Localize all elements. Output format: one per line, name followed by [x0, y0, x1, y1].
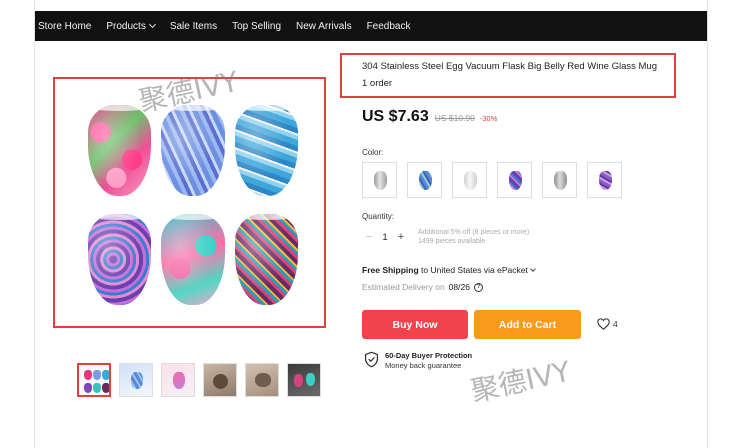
current-price: US $7.63: [362, 108, 429, 125]
nav-new-arrivals[interactable]: New Arrivals: [296, 21, 352, 32]
delivery-date: 08/26: [448, 282, 470, 292]
tumbler-image: [161, 214, 225, 305]
buyer-protection: 60-Day Buyer Protection Money back guara…: [364, 351, 472, 371]
swatch-cup-image: [419, 171, 432, 190]
quantity-value[interactable]: 1: [376, 232, 394, 242]
chevron-down-icon: [148, 20, 156, 29]
swatch-cup-image: [554, 171, 567, 190]
estimated-delivery: Estimated Delivery on 08/26 ?: [362, 282, 483, 292]
thumbnail-cup: [93, 383, 101, 393]
tumbler-image: [234, 105, 298, 196]
protection-subtitle: Money back guarantee: [385, 361, 462, 370]
thumbnail-5[interactable]: [245, 363, 279, 397]
nav-label: Top Selling: [232, 20, 281, 32]
protection-title: 60-Day Buyer Protection: [385, 351, 473, 360]
color-swatch-lilac-print[interactable]: [587, 162, 622, 198]
nav-sale-items[interactable]: Sale Items: [170, 21, 217, 32]
chevron-down-icon: [529, 266, 536, 272]
nav-label: Products: [106, 20, 146, 32]
thumbnail-cup: [102, 383, 109, 393]
product-page: Store Home Products Sale Items Top Selli…: [0, 0, 743, 448]
price-row: US $7.63 US $10.90 -30%: [362, 108, 497, 126]
heart-icon: [597, 318, 610, 330]
product-title: 304 Stainless Steel Egg Vacuum Flask Big…: [362, 61, 657, 72]
main-product-image[interactable]: [53, 77, 326, 328]
quantity-stepper: − 1 + Additional 5% off (8 pieces or mor…: [362, 228, 529, 246]
thumbnail-cup: [294, 374, 303, 387]
product-photo-grid: [88, 105, 298, 305]
swatch-cup-image: [599, 171, 612, 190]
tumbler-image: [88, 214, 152, 305]
question-circle-icon[interactable]: ?: [473, 282, 483, 292]
color-swatch-gray[interactable]: [542, 162, 577, 198]
nav-feedback[interactable]: Feedback: [367, 21, 411, 32]
thumbnail-strip: [77, 363, 329, 401]
thumbnail-cup: [102, 370, 109, 380]
product-title-box: 304 Stainless Steel Egg Vacuum Flask Big…: [340, 53, 676, 98]
swatch-cup-image: [464, 171, 477, 190]
quantity-label: Quantity:: [362, 212, 395, 221]
original-price: US $10.90: [434, 113, 475, 123]
thumbnail-cup: [306, 373, 315, 386]
color-swatch-purple-mandala[interactable]: [497, 162, 532, 198]
quantity-plus-button[interactable]: +: [394, 231, 408, 243]
delivery-label: Estimated Delivery on: [362, 282, 445, 292]
page-divider-right: [707, 0, 708, 448]
thumbnail-cup: [84, 383, 92, 393]
thumbnail-cup: [93, 370, 101, 380]
thumbnail-cup: [131, 372, 143, 389]
thumbnail-1[interactable]: [77, 363, 111, 397]
nav-store-home[interactable]: Store Home: [38, 21, 91, 32]
order-count: 1 order: [362, 78, 393, 89]
tumbler-image: [88, 105, 152, 196]
bulk-discount-note: Additional 5% off (8 pieces or more): [418, 229, 530, 236]
discount-badge: -30%: [479, 114, 498, 123]
protection-text: 60-Day Buyer Protection Money back guara…: [385, 351, 472, 371]
page-divider-left: [34, 0, 35, 448]
stock-available-note: 1499 pieces available: [418, 238, 486, 245]
thumbnail-cup: [173, 372, 185, 389]
thumbnail-6[interactable]: [287, 363, 321, 397]
thumbnail-4[interactable]: [203, 363, 237, 397]
wishlist-button[interactable]: 4: [597, 318, 618, 330]
nav-label: Sale Items: [169, 20, 218, 32]
color-swatch-white[interactable]: [452, 162, 487, 198]
tumbler-image: [234, 214, 298, 305]
color-swatch-list: [362, 162, 632, 198]
wishlist-count: 4: [613, 319, 618, 329]
nav-label: Feedback: [366, 20, 411, 32]
thumbnail-cup: [213, 374, 228, 389]
thumbnail-3[interactable]: [161, 363, 195, 397]
store-nav-bar: Store Home Products Sale Items Top Selli…: [35, 11, 707, 41]
quantity-note: Additional 5% off (8 pieces or more) 149…: [418, 228, 529, 246]
shipping-destination: to United States via ePacket: [421, 265, 528, 275]
thumbnail-cup: [255, 373, 271, 387]
watermark-text: 聚德IVY: [467, 354, 574, 409]
thumbnail-2[interactable]: [119, 363, 153, 397]
color-swatch-blue-peacock[interactable]: [407, 162, 442, 198]
free-shipping-label: Free Shipping: [362, 265, 419, 275]
buy-now-button[interactable]: Buy Now: [362, 310, 468, 339]
nav-label: New Arrivals: [296, 20, 352, 32]
nav-label: Store Home: [38, 20, 92, 32]
tumbler-image: [161, 105, 225, 196]
color-swatch-silver[interactable]: [362, 162, 397, 198]
quantity-minus-button[interactable]: −: [362, 231, 376, 243]
nav-products[interactable]: Products: [106, 20, 156, 32]
swatch-cup-image: [509, 171, 522, 190]
swatch-cup-image: [374, 171, 387, 190]
thumbnail-cup: [84, 370, 92, 380]
shipping-selector[interactable]: Free Shipping to United States via ePack…: [362, 265, 536, 275]
shield-check-icon: [364, 351, 379, 368]
nav-top-selling[interactable]: Top Selling: [232, 21, 281, 32]
color-label: Color:: [362, 148, 384, 157]
add-to-cart-button[interactable]: Add to Cart: [474, 310, 581, 339]
